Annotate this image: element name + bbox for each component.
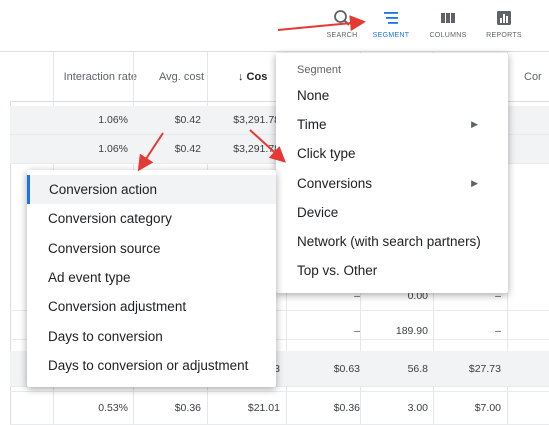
search-tool-label: SEARCH [326, 32, 358, 39]
header-interaction-rate[interactable]: Interaction rate [57, 52, 143, 102]
reports-tool-label: REPORTS [486, 32, 522, 39]
segment-item-conversions[interactable]: Conversions ▶ [276, 169, 508, 198]
segment-item-top-vs-other[interactable]: Top vs. Other [276, 256, 508, 285]
segment-item-label: Device [297, 205, 339, 220]
chevron-right-icon: ▶ [471, 178, 478, 188]
segment-item-none[interactable]: None [276, 81, 508, 110]
segment-menu: Segment None Time ▶ Click type Conversion… [276, 53, 508, 293]
segment-item-device[interactable]: Device [276, 198, 508, 227]
cell-c4: $0.36 [333, 402, 360, 414]
submenu-item-label: Conversion action [49, 182, 158, 197]
submenu-item-conversion-action[interactable]: Conversion action [27, 175, 276, 204]
cell-avg-cost: $0.42 [174, 114, 201, 126]
segment-tool-button[interactable]: SEGMENT [363, 8, 419, 39]
segment-item-click-type[interactable]: Click type [276, 139, 508, 168]
conversions-submenu: Conversion action Conversion category Co… [27, 170, 276, 387]
segment-item-label: Conversions [297, 176, 373, 191]
submenu-item-conversion-adjustment[interactable]: Conversion adjustment [27, 292, 276, 321]
segment-icon [363, 8, 419, 28]
toolbar: SEARCH SEGMENT COLUMNS REPORTS [0, 0, 549, 52]
cell-interaction-rate: 0.53% [98, 402, 128, 414]
submenu-item-ad-event-type[interactable]: Ad event type [27, 263, 276, 292]
cell-cost: $21.01 [247, 402, 280, 414]
submenu-item-days-to-conversion[interactable]: Days to conversion [27, 322, 276, 351]
cell-cost: $3,291.78 [233, 114, 280, 126]
segment-item-network[interactable]: Network (with search partners) [276, 227, 508, 256]
segment-item-label: Time [297, 117, 327, 132]
search-icon [314, 8, 370, 28]
columns-tool-button[interactable]: COLUMNS [420, 8, 476, 39]
cell-c5: 189.90 [395, 325, 428, 337]
cell-c5: 56.8 [407, 363, 428, 375]
segment-item-label: Network (with search partners) [297, 234, 481, 249]
search-tool-button[interactable]: SEARCH [314, 8, 370, 39]
submenu-item-conversion-category[interactable]: Conversion category [27, 204, 276, 233]
cell-cost: $3,291.78 [233, 143, 280, 155]
segment-menu-title: Segment [297, 64, 342, 76]
segment-item-label: Top vs. Other [297, 263, 378, 278]
segment-tool-label: SEGMENT [372, 32, 410, 39]
cell-interaction-rate: 1.06% [98, 143, 128, 155]
cell-interaction-rate: 1.06% [98, 114, 128, 126]
table-row[interactable]: 0.53% $0.36 $21.01 $0.36 3.00 $7.00 [10, 391, 549, 425]
columns-tool-label: COLUMNS [429, 32, 467, 39]
submenu-item-label: Days to conversion or adjustment [48, 358, 249, 373]
reports-icon [476, 8, 532, 28]
columns-icon [420, 8, 476, 28]
cell-avg-cost: $0.36 [174, 402, 201, 414]
submenu-item-days-to-conversion-or-adjustment[interactable]: Days to conversion or adjustment [27, 351, 276, 380]
submenu-item-label: Conversion source [48, 241, 161, 256]
submenu-item-label: Conversion adjustment [48, 299, 187, 314]
cell-c6: – [495, 325, 501, 337]
cell-c5: 3.00 [407, 402, 428, 414]
segment-item-label: Click type [297, 146, 356, 161]
cell-c4: – [354, 325, 360, 337]
cell-c4: $0.63 [333, 363, 360, 375]
segment-item-time[interactable]: Time ▶ [276, 110, 508, 139]
cell-avg-cost: $0.42 [174, 143, 201, 155]
submenu-item-label: Ad event type [48, 270, 131, 285]
cell-c6: $27.73 [468, 363, 501, 375]
reports-tool-button[interactable]: REPORTS [476, 8, 532, 39]
header-avg-cost[interactable]: Avg. cost [133, 52, 210, 102]
submenu-item-label: Conversion category [48, 211, 172, 226]
submenu-item-label: Days to conversion [48, 329, 163, 344]
header-conversions[interactable]: Cor [518, 52, 549, 102]
chevron-right-icon: ▶ [471, 119, 478, 129]
segment-item-label: None [297, 88, 330, 103]
cell-c6: $7.00 [474, 402, 501, 414]
submenu-item-conversion-source[interactable]: Conversion source [27, 234, 276, 263]
